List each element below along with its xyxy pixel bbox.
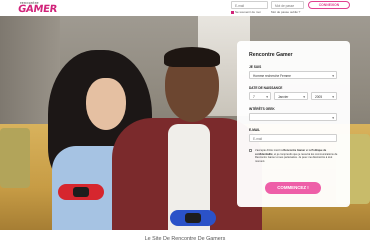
- email-field[interactable]: E-mail: [249, 134, 337, 142]
- signup-card: Rencontre Gamer JE SUIS Homme recherche …: [237, 41, 350, 207]
- page: rencontre GAMER E-mail Mot de passe CONN…: [0, 0, 370, 247]
- birth-month-select[interactable]: Janvier ▾: [274, 92, 308, 100]
- birth-day-select[interactable]: 7 ▾: [249, 92, 271, 100]
- birth-year-select[interactable]: 2005 ▾: [311, 92, 337, 100]
- terms-link[interactable]: Rencontre Gamer: [283, 149, 305, 152]
- top-bar: rencontre GAMER E-mail Mot de passe CONN…: [0, 0, 370, 16]
- checkbox-icon: [231, 10, 234, 14]
- woman-face: [86, 78, 126, 130]
- birth-month-value: Janvier: [278, 95, 289, 99]
- footer-tagline: Le Site De Rencontre De Gamers: [144, 236, 226, 242]
- man-hair: [164, 47, 220, 67]
- login-email-input[interactable]: E-mail: [231, 1, 268, 9]
- i-am-value: Homme recherche Femme: [253, 74, 291, 78]
- forgot-password-link[interactable]: Mot de passe oublié ?: [271, 10, 300, 14]
- i-am-select[interactable]: Homme recherche Femme ▾: [249, 71, 337, 79]
- login-button[interactable]: CONNEXION: [308, 1, 350, 9]
- chevron-down-icon: ▾: [303, 94, 305, 99]
- interests-select[interactable]: ▾: [249, 113, 337, 121]
- red-controller-icon: [58, 184, 104, 200]
- start-button[interactable]: COMMENCEZ !: [265, 182, 321, 194]
- remember-me-label: Se souvenir de moi: [235, 10, 261, 14]
- birth-day-value: 7: [253, 95, 255, 99]
- birthdate-label: DATE DE NAISSANCE: [249, 86, 283, 90]
- pillow-left: [0, 128, 30, 188]
- interests-label: INTÉRÊTS GEEK: [249, 107, 275, 111]
- terms-prefix: J'accepte d'être inscrit à: [255, 149, 284, 152]
- chevron-down-icon: ▾: [332, 94, 334, 99]
- birth-year-value: 2005: [315, 95, 323, 99]
- login-password-input[interactable]: Mot de passe: [271, 1, 304, 9]
- logo-wordmark: GAMER: [17, 4, 58, 15]
- site-logo[interactable]: rencontre GAMER: [17, 1, 57, 15]
- terms-checkbox[interactable]: [249, 149, 252, 152]
- chevron-down-icon: ▾: [266, 94, 268, 99]
- signup-title: Rencontre Gamer: [249, 52, 293, 58]
- chevron-down-icon: ▾: [332, 115, 334, 120]
- remember-me-checkbox[interactable]: Se souvenir de moi: [231, 10, 261, 14]
- blue-controller-icon: [170, 210, 216, 226]
- email-label: E-MAIL: [249, 128, 260, 132]
- chevron-down-icon: ▾: [332, 73, 334, 78]
- terms-text: J'accepte d'être inscrit à Rencontre Gam…: [255, 149, 339, 163]
- i-am-label: JE SUIS: [249, 65, 262, 69]
